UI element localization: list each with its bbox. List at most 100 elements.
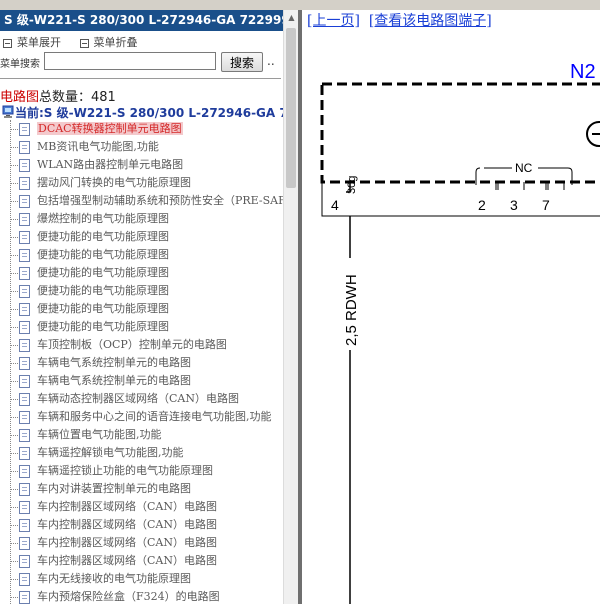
scroll-thumb[interactable]: [286, 28, 296, 188]
tree-item-label: 车辆位置电气功能图,功能: [37, 428, 162, 441]
tree-branch: [10, 507, 18, 508]
document-icon: [19, 519, 30, 532]
prev-page-link[interactable]: [上一页]: [307, 13, 360, 29]
tree-item[interactable]: 车辆动态控制器区域网络（CAN）电路图: [0, 390, 281, 408]
current-node[interactable]: 当前:S 级-W221-S 280/300 L-272946-GA 7: [2, 104, 288, 121]
tree-item[interactable]: 便捷功能的电气功能原理图: [0, 228, 281, 246]
collapse-all-label: 菜单折叠: [93, 36, 138, 49]
tree-item[interactable]: 车内控制器区域网络（CAN）电路图: [0, 552, 281, 570]
scroll-up-arrow-icon[interactable]: ▲: [284, 10, 299, 25]
tree-branch: [10, 129, 18, 130]
document-icon: [19, 393, 30, 406]
tree-item[interactable]: 车辆位置电气功能图,功能: [0, 426, 281, 444]
tree-item-label: 便捷功能的电气功能原理图: [37, 302, 169, 315]
document-icon: [19, 465, 30, 478]
menu-actions: 菜单展开 菜单折叠: [0, 34, 150, 50]
nc-label: NC: [515, 161, 533, 175]
document-icon: [19, 501, 30, 514]
window-top-frame: [0, 0, 600, 10]
tree-item[interactable]: 车内预熔保险丝盒（F324）的电路图: [0, 588, 281, 604]
tree-branch: [10, 453, 18, 454]
tree-branch: [10, 489, 18, 490]
pin-label: 4: [331, 197, 339, 213]
tree-item-label: 便捷功能的电气功能原理图: [37, 320, 169, 333]
tree-item-label: 车内预熔保险丝盒（F324）的电路图: [37, 590, 220, 603]
tree-item-label: 车辆电气系统控制单元的电路图: [37, 374, 191, 387]
tree-item[interactable]: 便捷功能的电气功能原理图: [0, 246, 281, 264]
tree-branch: [10, 543, 18, 544]
tree-item-label: WLAN路由器控制单元电路图: [37, 158, 184, 171]
wire-color-label: 2,5 RDWH: [343, 274, 360, 346]
tree-item-label: 车内控制器区域网络（CAN）电路图: [37, 554, 217, 567]
tree-item-label: 车内控制器区域网络（CAN）电路图: [37, 518, 217, 531]
tree-item[interactable]: DCAC转换器控制单元电路图: [0, 120, 281, 138]
document-icon: [19, 573, 30, 586]
document-icon: [19, 591, 30, 604]
computer-icon: [2, 105, 14, 118]
document-icon: [19, 141, 30, 154]
tree-branch: [10, 525, 18, 526]
search-input[interactable]: [44, 52, 216, 70]
tree-item-label: 车辆电气系统控制单元的电路图: [37, 356, 191, 369]
tree-item[interactable]: 车辆遥控锁止功能的电气功能原理图: [0, 462, 281, 480]
tree-item[interactable]: 车辆电气系统控制单元的电路图: [0, 354, 281, 372]
view-terminals-link[interactable]: [查看该电路图端子]: [369, 13, 492, 29]
connector-box: [321, 182, 600, 217]
tree-branch: [10, 147, 18, 148]
tree-item[interactable]: 车内对讲装置控制单元的电路图: [0, 480, 281, 498]
component-label: N2: [570, 61, 596, 83]
document-icon: [19, 267, 30, 280]
tree-item[interactable]: 车内控制器区域网络（CAN）电路图: [0, 534, 281, 552]
total-count: 电路图总数量：481: [0, 86, 116, 105]
pin-label: 3: [510, 197, 518, 213]
document-icon: [19, 195, 30, 208]
expand-icon: [3, 38, 12, 48]
document-icon: [19, 375, 30, 388]
document-icon: [19, 303, 30, 316]
tree-item[interactable]: 摆动风门转换的电气功能原理图: [0, 174, 281, 192]
tree-item-label: 车辆遥控解锁电气功能图,功能: [37, 446, 184, 459]
tree-branch: [10, 561, 18, 562]
tree-branch: [10, 273, 18, 274]
tree-item-label: 车辆和服务中心之间的语音连接电气功能图,功能: [37, 410, 272, 423]
menu-scrollbar[interactable]: ▲: [283, 10, 299, 604]
tree-item[interactable]: 车辆和服务中心之间的语音连接电气功能图,功能: [0, 408, 281, 426]
tree-item-label: DCAC转换器控制单元电路图: [37, 122, 183, 135]
collapse-all-button[interactable]: 菜单折叠: [77, 34, 138, 50]
tree-item[interactable]: MB资讯电气功能图,功能: [0, 138, 281, 156]
tree-item-label: 爆燃控制的电气功能原理图: [37, 212, 169, 225]
tree-item[interactable]: 车内控制器区域网络（CAN）电路图: [0, 498, 281, 516]
tree-item[interactable]: 爆燃控制的电气功能原理图: [0, 210, 281, 228]
search-more[interactable]: ..: [267, 54, 275, 68]
tree-item-label: 车辆动态控制器区域网络（CAN）电路图: [37, 392, 239, 405]
document-icon: [19, 177, 30, 190]
tree-item-label: 车辆遥控锁止功能的电气功能原理图: [37, 464, 213, 477]
search-row: 菜单搜索 搜索 ..: [0, 52, 281, 72]
document-icon: [19, 321, 30, 334]
tree-item[interactable]: 车辆遥控解锁电气功能图,功能: [0, 444, 281, 462]
document-icon: [19, 429, 30, 442]
tree-item-label: 摆动风门转换的电气功能原理图: [37, 176, 191, 189]
tree-item[interactable]: 车内无线接收的电气功能原理图: [0, 570, 281, 588]
tree-branch: [10, 309, 18, 310]
tree-item-label: 便捷功能的电气功能原理图: [37, 230, 169, 243]
tree-item[interactable]: WLAN路由器控制单元电路图: [0, 156, 281, 174]
tree-item-label: 便捷功能的电气功能原理图: [37, 266, 169, 279]
tree-item[interactable]: 车辆电气系统控制单元的电路图: [0, 372, 281, 390]
tree-item[interactable]: 车内控制器区域网络（CAN）电路图: [0, 516, 281, 534]
tree-branch: [10, 237, 18, 238]
tree-item[interactable]: 便捷功能的电气功能原理图: [0, 282, 281, 300]
tree-item-label: 车顶控制板（OCP）控制单元的电路图: [37, 338, 227, 351]
search-button[interactable]: 搜索: [221, 52, 263, 72]
expand-all-button[interactable]: 菜单展开: [0, 34, 61, 50]
pin-label: 2: [478, 197, 486, 213]
expand-all-label: 菜单展开: [17, 36, 61, 49]
tree-item[interactable]: 便捷功能的电气功能原理图: [0, 318, 281, 336]
tree-item[interactable]: 包括增强型制动辅助系统和预防性安全（PRE-SAFE: [0, 192, 294, 210]
tree-item[interactable]: 车顶控制板（OCP）控制单元的电路图: [0, 336, 281, 354]
document-icon: [19, 357, 30, 370]
tree-item[interactable]: 便捷功能的电气功能原理图: [0, 300, 281, 318]
tree-item[interactable]: 便捷功能的电气功能原理图: [0, 264, 281, 282]
tree-item-label: 车内无线接收的电气功能原理图: [37, 572, 191, 585]
tree-item-label: 车内对讲装置控制单元的电路图: [37, 482, 191, 495]
